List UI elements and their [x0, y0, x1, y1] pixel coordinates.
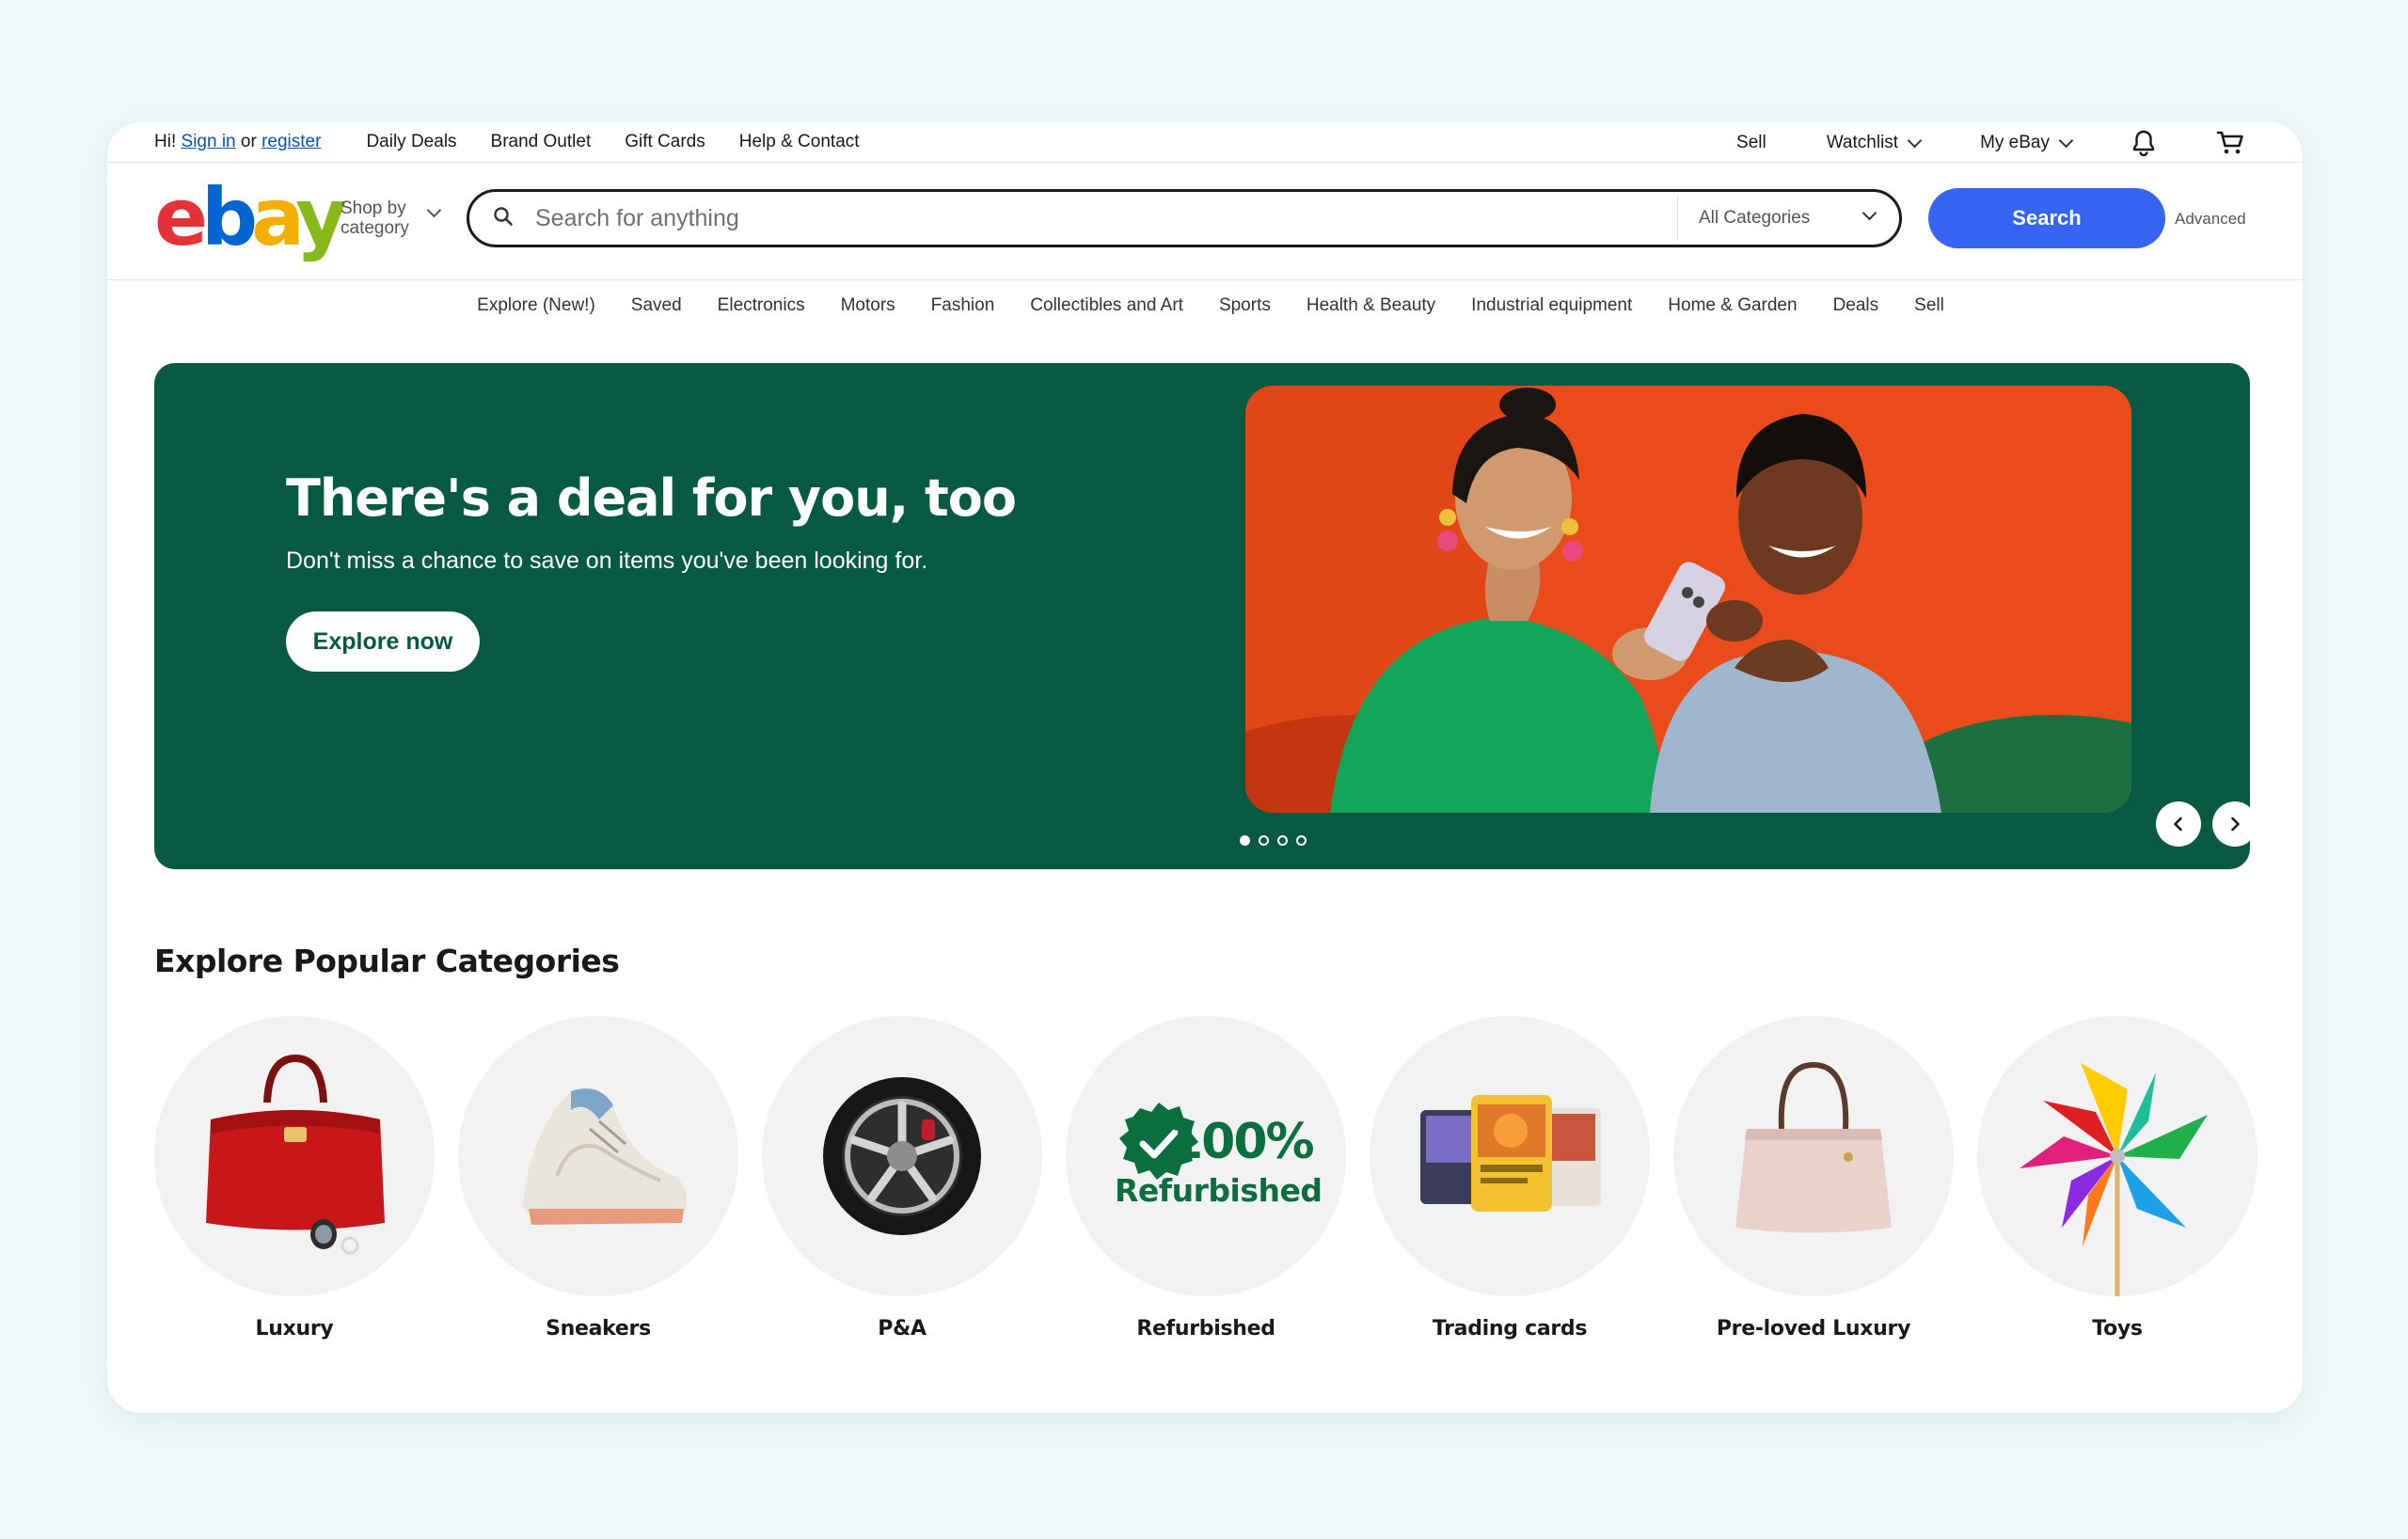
nav-explore[interactable]: Explore (New!) [477, 295, 595, 331]
notification-bell-icon[interactable] [2131, 130, 2156, 156]
search-button[interactable]: Search [1928, 188, 2165, 248]
explore-now-button[interactable]: Explore now [286, 611, 480, 672]
logo-letter-e: e [154, 171, 208, 263]
sign-in-link[interactable]: Sign in [182, 132, 236, 151]
category-select[interactable]: All Categories [1677, 196, 1899, 241]
ebay-logo[interactable]: ebay [154, 178, 347, 257]
my-ebay-menu[interactable]: My eBay [1980, 133, 2074, 153]
nav-home-garden[interactable]: Home & Garden [1668, 295, 1797, 331]
category-tile-pa[interactable]: P&A [762, 1016, 1042, 1341]
help-contact-link[interactable]: Help & Contact [739, 132, 860, 152]
nav-fashion[interactable]: Fashion [931, 295, 995, 331]
carousel-previous-button[interactable] [2156, 801, 2201, 847]
search-icon [492, 205, 515, 232]
search-input[interactable] [533, 203, 1675, 233]
nav-motors[interactable]: Motors [841, 295, 895, 331]
chevron-down-icon [2058, 133, 2074, 149]
my-ebay-label: My eBay [1980, 133, 2050, 152]
category-tile-trading-cards[interactable]: Trading cards [1370, 1016, 1650, 1341]
category-label: Toys [2092, 1317, 2143, 1341]
page-card: Hi! Sign in or register Daily Deals Bran… [107, 122, 2303, 1413]
carousel-dot[interactable] [1240, 835, 1250, 846]
refurbished-badge: 100% Refurbished [1066, 1016, 1346, 1296]
wheel-image [762, 1016, 1042, 1296]
greeting-text: Hi! [154, 132, 177, 151]
register-link[interactable]: register [261, 132, 321, 151]
or-text: or [240, 132, 257, 151]
refurbished-percent: 100% [1169, 1114, 1315, 1170]
category-tile-sneakers[interactable]: Sneakers [458, 1016, 738, 1341]
pinwheel-image [1977, 1016, 2258, 1296]
category-tile-luxury[interactable]: Luxury [154, 1016, 435, 1341]
carousel-dot[interactable] [1296, 835, 1307, 846]
nav-industrial-equipment[interactable]: Industrial equipment [1471, 295, 1632, 331]
trading-cards-image [1370, 1016, 1650, 1296]
nav-deals[interactable]: Deals [1833, 295, 1879, 331]
nav-collectibles-art[interactable]: Collectibles and Art [1030, 295, 1183, 331]
header: ebay Shop by category All Categories Sea… [107, 163, 2303, 280]
logo-letter-b: b [200, 171, 258, 263]
category-select-value: All Categories [1699, 208, 1811, 228]
category-label: Sneakers [546, 1317, 651, 1341]
luxury-image [154, 1016, 435, 1296]
nav-electronics[interactable]: Electronics [718, 295, 805, 331]
nav-sports[interactable]: Sports [1219, 295, 1271, 331]
greeting: Hi! Sign in or register [154, 132, 321, 152]
nav-health-beauty[interactable]: Health & Beauty [1307, 295, 1435, 331]
gift-cards-link[interactable]: Gift Cards [625, 132, 705, 152]
shop-by-category-button[interactable]: Shop by category [341, 198, 442, 238]
hero-subtitle: Don't miss a chance to save on items you… [286, 547, 928, 574]
chevron-down-icon [426, 202, 442, 218]
category-tile-pre-loved-luxury[interactable]: Pre-loved Luxury [1673, 1016, 1954, 1341]
logo-letter-y: y [295, 171, 347, 263]
carousel-dots [1240, 835, 1307, 846]
search-bar: All Categories [467, 189, 1902, 247]
brand-outlet-link[interactable]: Brand Outlet [491, 132, 592, 152]
top-utility-bar: Hi! Sign in or register Daily Deals Bran… [107, 122, 2303, 163]
carousel-dot[interactable] [1277, 835, 1288, 846]
category-label: Trading cards [1432, 1317, 1588, 1341]
cart-icon[interactable] [2216, 130, 2244, 156]
category-tile-toys[interactable]: Toys [1977, 1016, 2258, 1341]
hero-banner: There's a deal for you, too Don't miss a… [154, 363, 2250, 869]
carousel-dot[interactable] [1259, 835, 1269, 846]
category-nav: Explore (New!) Saved Electronics Motors … [107, 280, 2303, 331]
popular-categories-list: Luxury Sneakers P&A 100% Refurbished Ref… [154, 1016, 2261, 1373]
shop-by-line1: Shop by [341, 198, 406, 218]
watchlist-menu[interactable]: Watchlist [1826, 133, 1923, 153]
chevron-left-icon [2174, 817, 2182, 832]
chevron-down-icon [1861, 205, 1877, 221]
nav-sell[interactable]: Sell [1914, 295, 1944, 331]
category-label: P&A [878, 1317, 927, 1341]
chevron-down-icon [1907, 133, 1923, 149]
logo-letter-a: a [251, 171, 302, 263]
popular-categories-heading: Explore Popular Categories [154, 943, 620, 979]
carousel-next-button[interactable] [2212, 801, 2250, 847]
category-label: Pre-loved Luxury [1716, 1317, 1911, 1341]
category-tile-refurbished[interactable]: 100% Refurbished Refurbished [1066, 1016, 1346, 1341]
nav-saved[interactable]: Saved [631, 295, 682, 331]
advanced-search-link[interactable]: Advanced [2175, 210, 2246, 229]
sell-link[interactable]: Sell [1736, 133, 1766, 153]
watchlist-label: Watchlist [1826, 133, 1899, 152]
pre-loved-luxury-image [1673, 1016, 1954, 1296]
sneakers-image [458, 1016, 738, 1296]
category-label: Refurbished [1136, 1317, 1275, 1341]
shop-by-line2: category [341, 218, 409, 238]
chevron-right-icon [2231, 817, 2240, 832]
hero-title: There's a deal for you, too [286, 468, 1017, 528]
hero-image[interactable] [1245, 386, 2131, 813]
daily-deals-link[interactable]: Daily Deals [366, 132, 456, 152]
category-label: Luxury [255, 1317, 334, 1341]
refurbished-word: Refurbished [1115, 1172, 1323, 1209]
